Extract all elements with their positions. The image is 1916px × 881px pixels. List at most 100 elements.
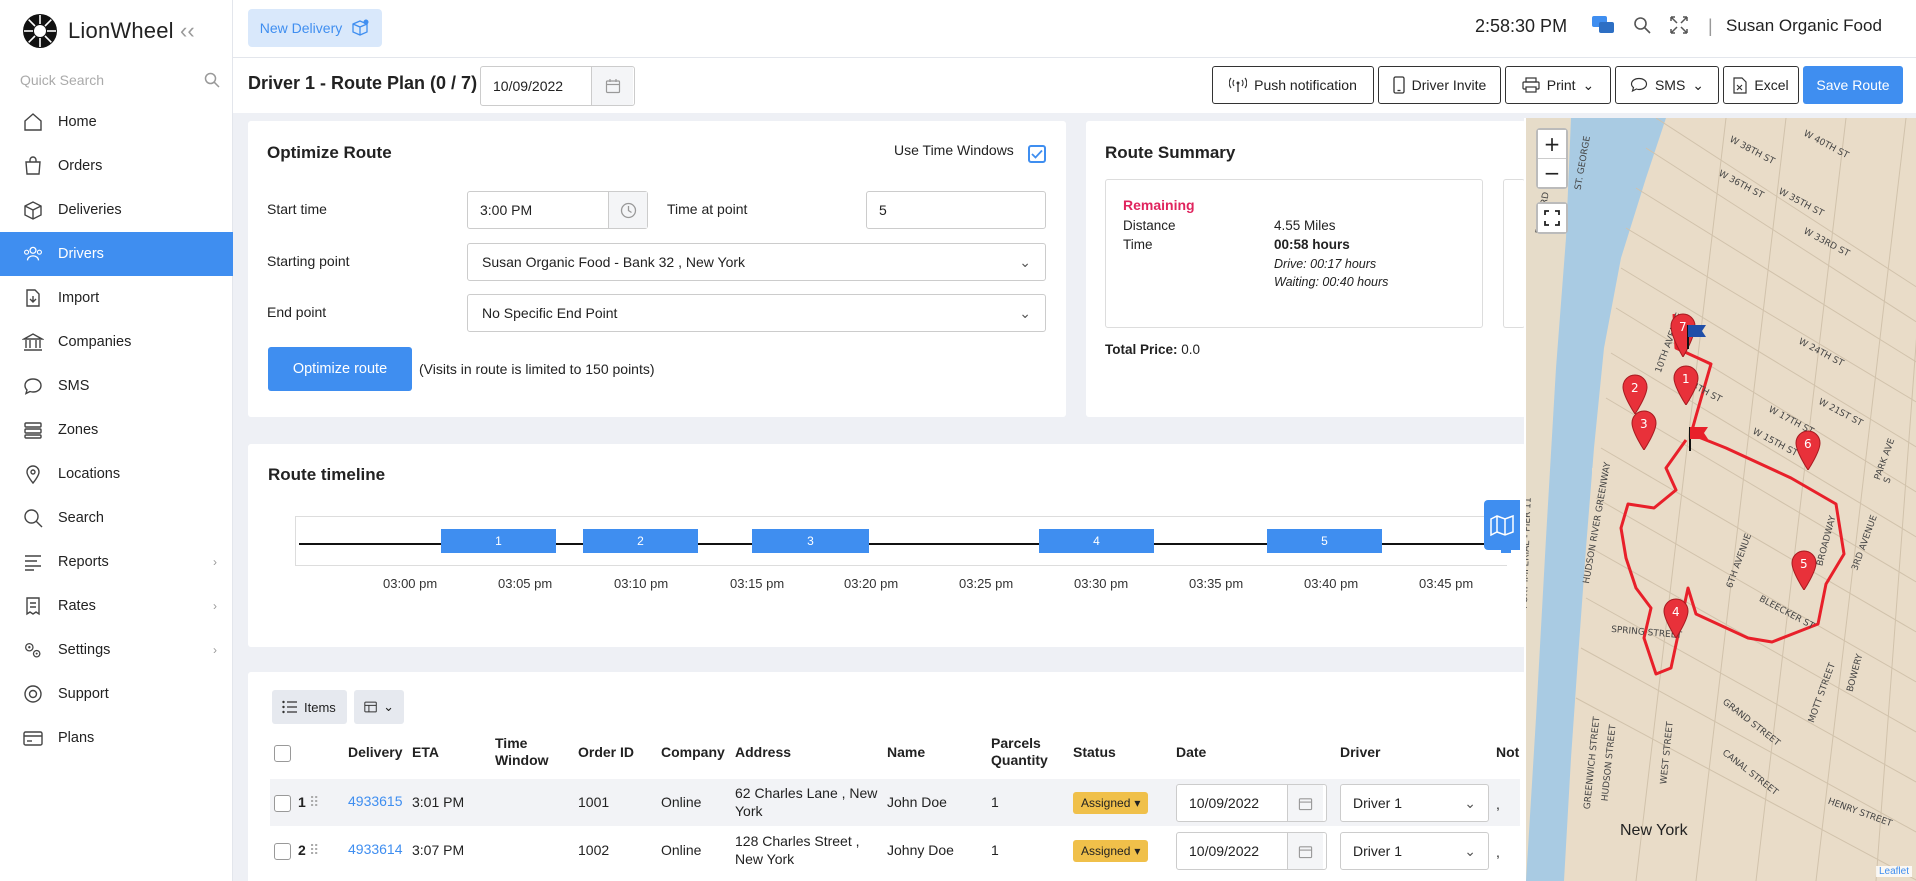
sidebar-item-companies[interactable]: Companies [0, 320, 233, 364]
route-map[interactable]: W 38TH ST W 40TH ST W 36TH ST W 35TH ST … [1524, 118, 1916, 881]
status-badge[interactable]: Assigned ▾ [1073, 792, 1149, 814]
drag-handle-icon[interactable]: ⠿ [309, 841, 319, 859]
sidebar-item-home[interactable]: Home [0, 100, 233, 144]
row-date-input[interactable] [1177, 785, 1287, 821]
toggle-map-button[interactable] [1484, 500, 1520, 550]
timeline-stop[interactable]: 1 [441, 529, 556, 553]
sidebar-item-rates[interactable]: Rates › [0, 584, 233, 628]
new-delivery-button[interactable]: New Delivery [248, 9, 382, 47]
column-header-driver[interactable]: Driver [1340, 744, 1380, 761]
optimize-route-button[interactable]: Optimize route [268, 347, 412, 391]
column-header-date[interactable]: Date [1176, 744, 1206, 761]
map-city-label: New York [1620, 822, 1688, 839]
driver-invite-button[interactable]: Driver Invite [1378, 66, 1501, 104]
end-point-select[interactable]: No Specific End Point ⌄ [467, 294, 1046, 332]
row-checkbox[interactable] [274, 795, 291, 812]
start-time-input[interactable] [468, 192, 608, 228]
starting-point-select[interactable]: Susan Organic Food - Bank 32 , New York … [467, 243, 1046, 281]
select-all-checkbox[interactable] [274, 745, 291, 762]
sidebar-item-support[interactable]: Support [0, 672, 233, 716]
time-at-point-field[interactable] [866, 191, 1046, 229]
delivery-id-link[interactable]: 4933614 [348, 841, 403, 857]
timeline-stop[interactable]: 3 [752, 529, 869, 553]
column-header-eta[interactable]: ETA [412, 744, 439, 761]
save-route-button[interactable]: Save Route [1803, 66, 1903, 104]
brand-logo[interactable]: LionWheel [22, 10, 174, 52]
sidebar-item-orders[interactable]: Orders [0, 144, 233, 188]
starting-point-label: Starting point [267, 253, 350, 269]
sidebar-item-import[interactable]: Import [0, 276, 233, 320]
location-pin-icon [22, 463, 44, 485]
delivery-id-link[interactable]: 4933615 [348, 793, 403, 809]
calendar-icon[interactable] [591, 67, 633, 105]
company-value: Online [661, 842, 702, 858]
column-header-delivery[interactable]: Delivery [348, 744, 402, 761]
zoom-out-button[interactable]: − [1538, 159, 1566, 187]
sidebar-item-plans[interactable]: Plans [0, 716, 233, 760]
use-time-windows-checkbox[interactable] [1028, 145, 1046, 163]
calendar-icon[interactable] [1287, 833, 1323, 869]
quick-search [20, 68, 220, 92]
route-date-input[interactable] [481, 67, 591, 105]
sidebar-item-deliveries[interactable]: Deliveries [0, 188, 233, 232]
row-driver-select[interactable]: Driver 1 ⌄ [1340, 784, 1489, 822]
print-dropdown-button[interactable]: Print ⌄ [1505, 66, 1611, 104]
notes-value: , [1496, 796, 1500, 812]
row-checkbox[interactable] [274, 843, 291, 860]
push-notification-button[interactable]: Push notification [1212, 66, 1374, 104]
column-header-address[interactable]: Address [735, 744, 791, 761]
column-header-parcels[interactable]: Parcels Quantity [991, 735, 1055, 769]
timeline-stop[interactable]: 4 [1039, 529, 1154, 553]
start-time-picker[interactable] [467, 191, 648, 229]
column-header-notes[interactable]: Not [1496, 744, 1519, 761]
sidebar-item-locations[interactable]: Locations [0, 452, 233, 496]
search-icon[interactable] [204, 72, 220, 88]
sidebar-item-settings[interactable]: Settings › [0, 628, 233, 672]
quick-search-input[interactable] [20, 72, 190, 88]
sidebar-item-sms[interactable]: SMS [0, 364, 233, 408]
sidebar-item-reports[interactable]: Reports › [0, 540, 233, 584]
sidebar-item-label: Import [58, 290, 100, 306]
leaflet-attribution[interactable]: Leaflet [1875, 866, 1912, 877]
excel-export-button[interactable]: Excel [1723, 66, 1799, 104]
calendar-icon[interactable] [1287, 785, 1323, 821]
row-date-picker[interactable] [1176, 832, 1327, 870]
row-date-input[interactable] [1177, 833, 1287, 869]
column-header-status[interactable]: Status [1073, 744, 1116, 761]
time-at-point-input[interactable] [867, 192, 1037, 228]
sidebar-item-drivers[interactable]: Drivers [0, 232, 233, 276]
gears-icon [22, 639, 44, 661]
items-view-button[interactable]: Items [272, 690, 347, 724]
column-header-name[interactable]: Name [887, 744, 925, 761]
map-fullscreen-button[interactable] [1538, 204, 1566, 232]
status-badge[interactable]: Assigned ▾ [1073, 840, 1149, 862]
collapse-sidebar-icon[interactable]: ‹‹ [180, 18, 195, 44]
zoom-in-button[interactable]: + [1538, 130, 1566, 158]
drag-handle-icon[interactable]: ⠿ [309, 793, 319, 811]
waiting-time: Waiting: 00:40 hours [1274, 275, 1389, 289]
timeline-stop[interactable]: 5 [1267, 529, 1382, 553]
sidebar-item-label: Rates [58, 598, 96, 614]
column-header-company[interactable]: Company [661, 744, 725, 761]
order-id-value: 1002 [578, 842, 610, 858]
route-date-picker[interactable] [480, 66, 635, 106]
sidebar-item-search[interactable]: Search [0, 496, 233, 540]
map-marker-label: 3 [1640, 417, 1648, 431]
clock-icon[interactable] [608, 192, 647, 228]
sidebar-item-zones[interactable]: Zones [0, 408, 233, 452]
column-header-time-window[interactable]: Time Window [495, 735, 555, 769]
antenna-icon [1229, 77, 1248, 92]
company-name[interactable]: Susan Organic Food [1726, 16, 1882, 36]
search-icon[interactable] [1633, 16, 1651, 34]
row-driver-select[interactable]: Driver 1 ⌄ [1340, 832, 1489, 870]
sms-dropdown-button[interactable]: SMS ⌄ [1615, 66, 1719, 104]
column-header-order-id[interactable]: Order ID [578, 744, 634, 761]
notes-value: , [1496, 844, 1500, 860]
time-value: 00:58 hours [1274, 237, 1350, 252]
chat-icon[interactable] [1591, 14, 1615, 36]
column-layout-button[interactable]: ⌄ [354, 690, 404, 724]
timeline-stop[interactable]: 2 [583, 529, 698, 553]
row-date-picker[interactable] [1176, 784, 1327, 822]
fullscreen-icon[interactable] [1669, 15, 1689, 35]
row-index: 2 [298, 842, 306, 858]
